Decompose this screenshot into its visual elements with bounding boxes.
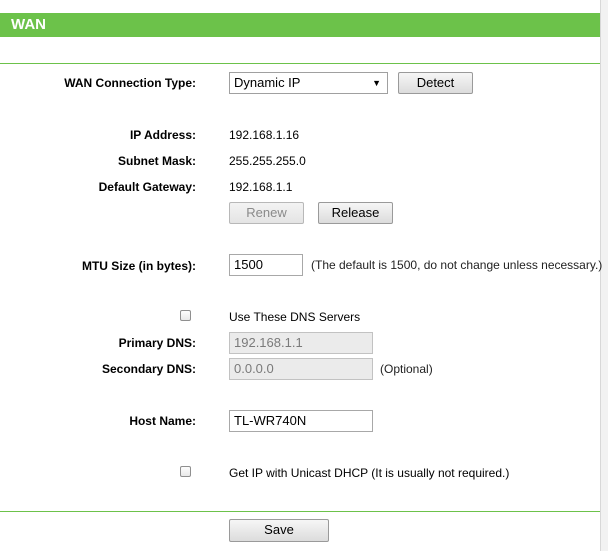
subnet-mask-label: Subnet Mask:	[117, 154, 196, 168]
default-gateway-label: Default Gateway:	[98, 180, 196, 194]
save-button[interactable]: Save	[229, 519, 329, 542]
use-dns-checkbox[interactable]	[180, 310, 191, 321]
ip-address-value: 192.168.1.16	[229, 128, 300, 142]
divider-bottom	[0, 511, 600, 512]
use-dns-label: Use These DNS Servers	[229, 310, 361, 324]
unicast-dhcp-label: Get IP with Unicast DHCP (It is usually …	[229, 466, 510, 480]
secondary-dns-input[interactable]: 0.0.0.0	[229, 358, 373, 380]
unicast-dhcp-checkbox[interactable]	[180, 466, 191, 477]
renew-button[interactable]: Renew	[229, 202, 304, 224]
header-bar: WAN	[0, 13, 600, 37]
primary-dns-input[interactable]: 192.168.1.1	[229, 332, 373, 354]
detect-button[interactable]: Detect	[398, 72, 473, 94]
secondary-dns-label: Secondary DNS:	[101, 362, 196, 376]
mtu-input[interactable]: 1500	[229, 254, 303, 276]
ip-address-label: IP Address:	[129, 128, 196, 142]
optional-note: (Optional)	[380, 362, 433, 376]
mtu-label: MTU Size (in bytes):	[81, 259, 196, 273]
release-button[interactable]: Release	[318, 202, 393, 224]
dropdown-arrow-icon: ▼	[372, 78, 381, 88]
wan-type-select[interactable]: Dynamic IP ▼	[229, 72, 388, 94]
subnet-mask-value: 255.255.255.0	[229, 154, 306, 168]
primary-dns-label: Primary DNS:	[118, 336, 196, 350]
wan-type-selected: Dynamic IP	[234, 75, 301, 90]
page-title: WAN	[11, 16, 46, 33]
divider-top	[0, 63, 600, 64]
mtu-note: (The default is 1500, do not change unle…	[311, 258, 603, 272]
default-gateway-value: 192.168.1.1	[229, 180, 293, 194]
wan-type-label: WAN Connection Type:	[64, 76, 196, 90]
host-name-input[interactable]: TL-WR740N	[229, 410, 373, 432]
scroll-edge	[600, 0, 608, 551]
host-name-label: Host Name:	[129, 414, 196, 428]
